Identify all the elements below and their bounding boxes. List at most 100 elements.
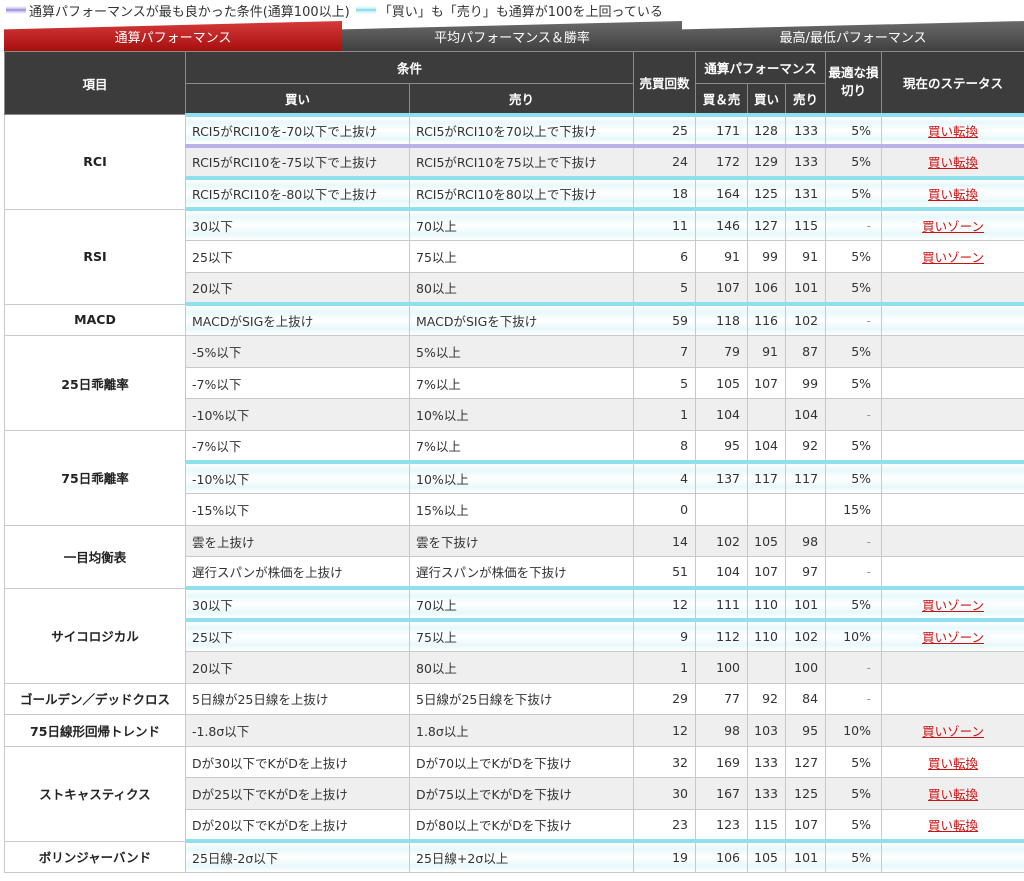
perf-buy: 116: [747, 302, 787, 337]
status-cell: [881, 429, 1024, 463]
tab-max-min-performance[interactable]: 最高/最低パフォーマンス: [682, 21, 1024, 51]
perf-buy: 106: [747, 271, 787, 305]
tab-average-performance-winrate[interactable]: 平均パフォーマンス＆勝率: [342, 21, 682, 51]
status-cell: 買い転換: [881, 144, 1024, 179]
status-link[interactable]: 買いゾーン: [922, 724, 984, 739]
indicator-name: 75日線形回帰トレンド: [4, 714, 186, 747]
status-link[interactable]: 買いゾーン: [922, 250, 984, 265]
stoploss-value: -: [825, 651, 883, 684]
status-link[interactable]: 買いゾーン: [922, 219, 984, 234]
indicator-name: 一目均衡表: [4, 524, 186, 589]
status-cell: 買いゾーン: [881, 240, 1024, 273]
sell-condition: 75以上: [408, 618, 635, 653]
sell-condition: 10%以上: [408, 460, 635, 495]
sell-condition: 1.8σ以上: [408, 714, 635, 747]
sell-condition: 10%以上: [408, 398, 635, 431]
perf-both: [695, 493, 749, 526]
trade-count: 5: [633, 271, 697, 305]
perf-both: 77: [695, 682, 749, 716]
table-row: 25日乖離率 -5%以下 5%以上 7 79 91 87 5%: [4, 335, 1024, 431]
status-cell: [881, 839, 1024, 874]
header-trades: 売買回数: [633, 51, 697, 115]
status-cell: [881, 460, 1024, 495]
perf-both: 112: [695, 618, 749, 653]
buy-condition: -7%以下: [185, 429, 410, 463]
trade-count: 12: [633, 714, 697, 747]
trade-count: 1: [633, 651, 697, 684]
trade-count: 6: [633, 240, 697, 273]
header-sell-condition: 売り: [408, 83, 635, 115]
perf-buy: 110: [747, 586, 787, 621]
status-link[interactable]: 買い転換: [928, 787, 978, 802]
buy-condition: 20以下: [185, 651, 410, 684]
perf-buy: 105: [747, 839, 787, 874]
status-link[interactable]: 買い転換: [928, 187, 978, 202]
buy-condition: -1.8σ以下: [185, 714, 410, 747]
perf-buy: 129: [747, 144, 787, 179]
stoploss-value: 15%: [825, 493, 883, 526]
trade-count: 8: [633, 429, 697, 463]
tab-total-performance[interactable]: 通算パフォーマンス: [4, 21, 342, 51]
trade-count: 1: [633, 398, 697, 431]
perf-both: 98: [695, 714, 749, 747]
sell-condition: 70以上: [408, 586, 635, 621]
buy-condition: MACDがSIGを上抜け: [185, 302, 410, 337]
stoploss-value: -: [825, 302, 883, 337]
perf-sell: 125: [785, 777, 827, 811]
status-link[interactable]: 買いゾーン: [922, 598, 984, 613]
sell-condition: MACDがSIGを下抜け: [408, 302, 635, 337]
status-cell: [881, 398, 1024, 431]
indicator-name: 25日乖離率: [4, 335, 186, 431]
buy-condition: Dが25以下でKがDを上抜け: [185, 777, 410, 811]
stoploss-value: -: [825, 207, 883, 242]
status-link[interactable]: 買い転換: [928, 155, 978, 170]
perf-sell: 97: [785, 556, 827, 589]
sell-condition: Dが80以上でKがDを下抜け: [408, 809, 635, 842]
perf-buy: 107: [747, 366, 787, 400]
legend-purple-text: 通算パフォーマンスが最も良かった条件(通算100以上): [29, 4, 350, 20]
buy-condition: Dが30以下でKがDを上抜け: [185, 745, 410, 779]
sell-condition: 7%以上: [408, 366, 635, 400]
status-link[interactable]: 買い転換: [928, 818, 978, 833]
perf-sell: 117: [785, 460, 827, 495]
perf-both: 100: [695, 651, 749, 684]
status-cell: 買いゾーン: [881, 207, 1024, 242]
status-link[interactable]: 買い転換: [928, 124, 978, 139]
perf-sell: 104: [785, 398, 827, 431]
status-cell: 買い転換: [881, 745, 1024, 779]
buy-condition: -15%以下: [185, 493, 410, 526]
status-link[interactable]: 買いゾーン: [922, 630, 984, 645]
perf-buy: 115: [747, 809, 787, 842]
stoploss-value: 5%: [825, 429, 883, 463]
status-link[interactable]: 買い転換: [928, 756, 978, 771]
table-row: 75日線形回帰トレンド -1.8σ以下 1.8σ以上 12 98 103 95 10% 買いゾー…: [4, 714, 1024, 747]
trade-count: 18: [633, 175, 697, 210]
perf-both: 146: [695, 207, 749, 242]
indicator-name: 75日乖離率: [4, 429, 186, 526]
stoploss-value: 5%: [825, 809, 883, 842]
perf-buy: 125: [747, 175, 787, 210]
buy-condition: 30以下: [185, 207, 410, 242]
stoploss-value: 5%: [825, 745, 883, 779]
trade-count: 12: [633, 586, 697, 621]
trade-count: 11: [633, 207, 697, 242]
header-buy-condition: 買い: [185, 83, 410, 115]
perf-sell: 101: [785, 586, 827, 621]
table-row: MACD MACDがSIGを上抜け MACDがSIGを下抜け 59 118 116 102-: [4, 302, 1024, 337]
perf-both: 107: [695, 271, 749, 305]
stoploss-value: -: [825, 682, 883, 716]
buy-condition: 20以下: [185, 271, 410, 305]
perf-sell: 87: [785, 335, 827, 368]
perf-buy: [747, 493, 787, 526]
status-cell: [881, 682, 1024, 716]
perf-buy: 103: [747, 714, 787, 747]
perf-sell: 102: [785, 302, 827, 337]
buy-condition: -10%以下: [185, 460, 410, 495]
perf-sell: 84: [785, 682, 827, 716]
buy-condition: 雲を上抜け: [185, 524, 410, 558]
status-cell: [881, 302, 1024, 337]
trade-count: 4: [633, 460, 697, 495]
buy-condition: -5%以下: [185, 335, 410, 368]
stoploss-value: 5%: [825, 839, 883, 874]
status-cell: [881, 524, 1024, 558]
